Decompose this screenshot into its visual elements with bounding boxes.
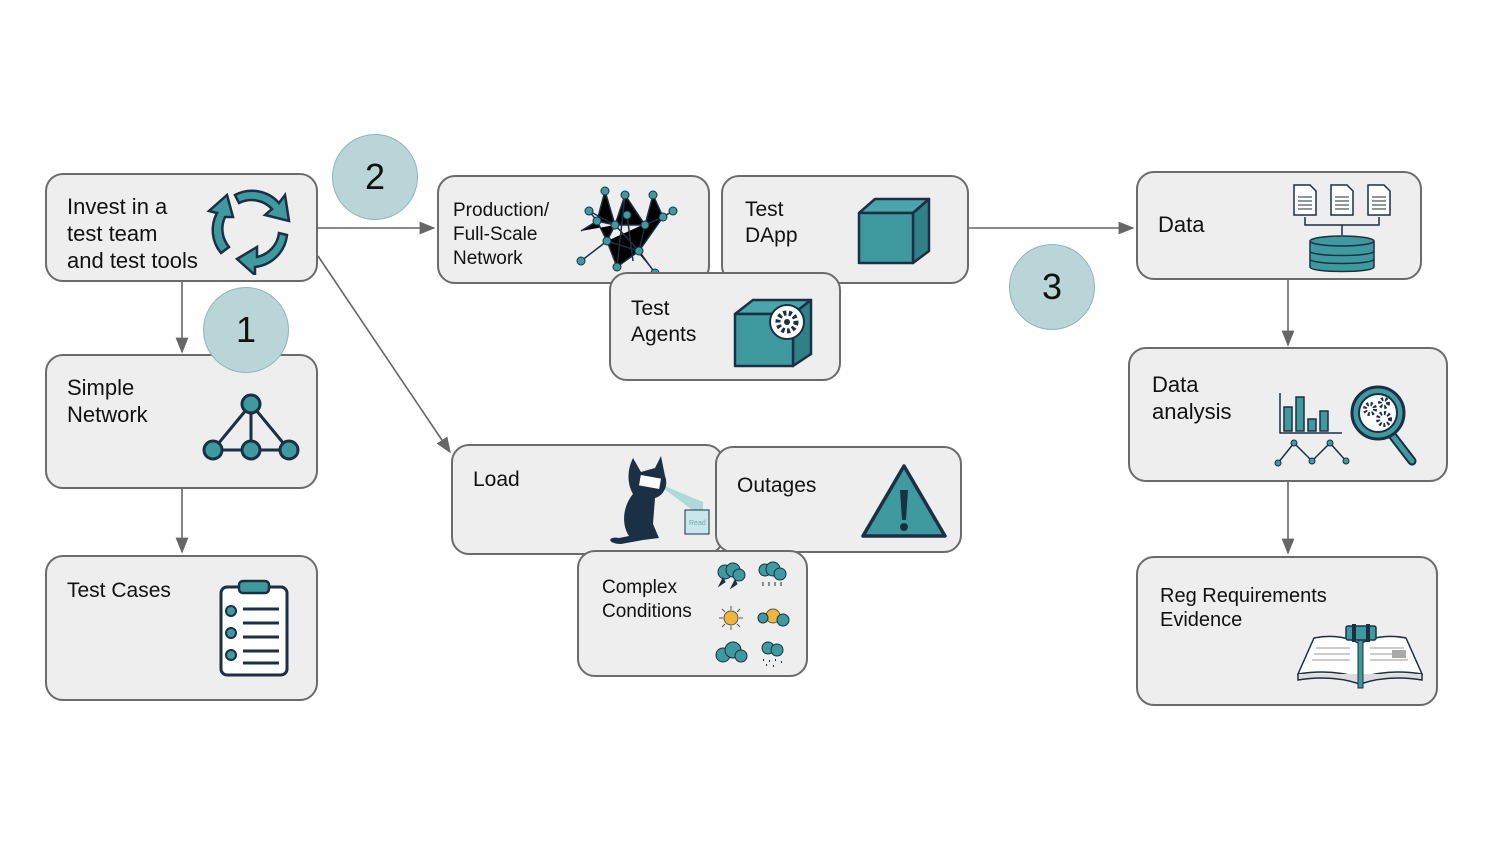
test-dapp-box: Test DApp [721, 175, 969, 284]
storm-icon [717, 562, 746, 590]
test-cases-label: Test Cases [67, 579, 171, 602]
test-agents-label: Test Agents [631, 297, 697, 346]
test-agents-box: Test Agents [609, 272, 841, 381]
invest-box: Invest in a test team and test tools [45, 173, 318, 282]
invest-label: Invest in a test team and test tools [67, 194, 198, 273]
outages-label: Outages [737, 474, 817, 497]
mesh-network-icon [576, 186, 678, 278]
outages-box: Outages [715, 446, 962, 553]
rain-icon [758, 561, 787, 586]
drizzle-icon [761, 641, 784, 667]
load-box: Load Read [451, 444, 724, 555]
cat-reading-icon: Read [610, 456, 710, 544]
data-analysis-box: Data analysis [1128, 347, 1448, 482]
load-label: Load [473, 468, 520, 491]
sun-icon [719, 606, 743, 630]
test-dapp-label: Test DApp [745, 198, 798, 247]
warning-icon [861, 464, 947, 538]
production-network-box: Production/ Full-Scale Network [437, 175, 710, 284]
weather-icons [715, 561, 790, 667]
test-cases-box: Test Cases [45, 555, 318, 701]
charts-magnifier-icon [1274, 385, 1417, 467]
book-gavel-icon [1296, 624, 1424, 689]
data-analysis-label: Data analysis [1152, 372, 1232, 424]
step-badge-2: 2 [332, 134, 418, 220]
arrow-invest-to-load [317, 255, 451, 454]
step-badge-1: 1 [203, 287, 289, 373]
cycle-arrows-icon [206, 189, 291, 275]
step-badge-3: 3 [1009, 244, 1095, 330]
network-graph-icon [202, 393, 300, 461]
cube-icon [857, 197, 931, 265]
cloud-icon [715, 641, 748, 663]
simple-network-label: Simple Network [67, 375, 148, 427]
complex-conditions-label: Complex Conditions [602, 577, 692, 622]
partly-cloudy-icon [757, 608, 790, 627]
clipboard-checklist-icon [219, 579, 289, 677]
documents-database-icon [1293, 184, 1391, 273]
reg-requirements-box: Reg Requirements Evidence [1136, 556, 1438, 706]
production-network-label: Production/ Full-Scale Network [453, 200, 550, 269]
simple-network-box: Simple Network [45, 354, 318, 489]
cube-gear-icon [733, 298, 813, 368]
data-box: Data [1136, 171, 1422, 280]
read-cube-text: Read [689, 520, 706, 527]
data-label: Data [1158, 212, 1205, 237]
complex-conditions-box: Complex Conditions [577, 550, 808, 677]
